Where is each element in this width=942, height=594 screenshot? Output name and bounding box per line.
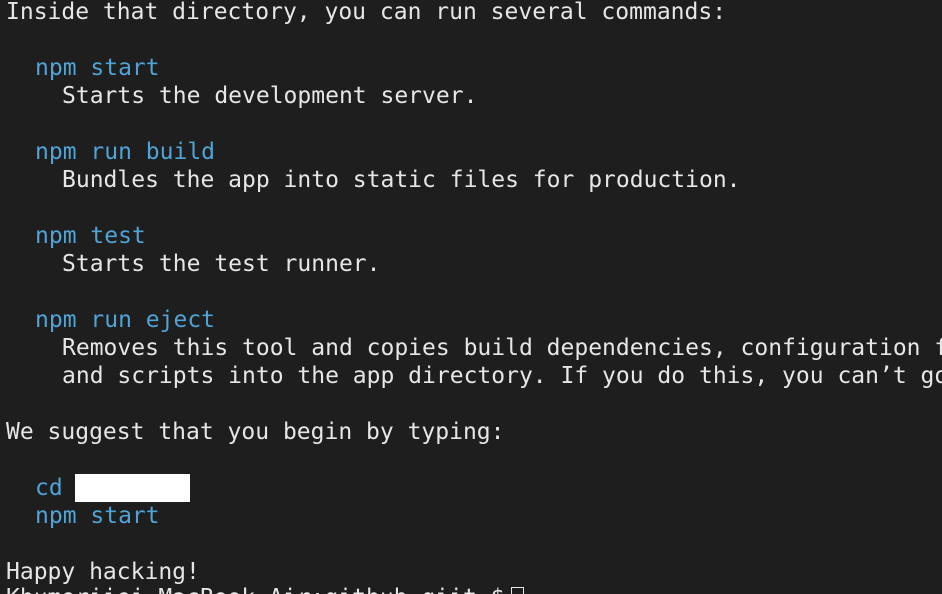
terminal-intro-line: Inside that directory, you can run sever… — [6, 0, 727, 25]
text-cursor — [510, 586, 524, 594]
command-npm-start-description: Starts the development server. — [62, 83, 478, 109]
command-npm-run-eject: npm run eject — [35, 307, 216, 333]
command-npm-run-build: npm run build — [35, 139, 216, 165]
command-npm-start: npm start — [35, 55, 160, 81]
redacted-directory-name — [74, 474, 190, 502]
cd-command: cd — [35, 475, 63, 501]
terminal-window[interactable]: Inside that directory, you can run sever… — [0, 0, 942, 594]
command-npm-test-description: Starts the test runner. — [62, 251, 381, 277]
command-npm-run-build-description: Bundles the app into static files for pr… — [62, 167, 741, 193]
shell-prompt: Khumoriiei-MacBook-Air:github-qiit $ — [6, 585, 505, 594]
npm-start-suggestion: npm start — [35, 503, 160, 529]
happy-hacking-line: Happy hacking! — [6, 559, 200, 585]
suggest-line: We suggest that you begin by typing: — [6, 419, 505, 445]
cd-command-line: cd — [35, 474, 190, 502]
command-npm-run-eject-description-line-1: Removes this tool and copies build depen… — [62, 335, 942, 361]
command-npm-run-eject-description-line-2: and scripts into the app directory. If y… — [62, 363, 942, 389]
shell-prompt-line[interactable]: Khumoriiei-MacBook-Air:github-qiit $ — [6, 584, 524, 594]
command-npm-test: npm test — [35, 223, 146, 249]
